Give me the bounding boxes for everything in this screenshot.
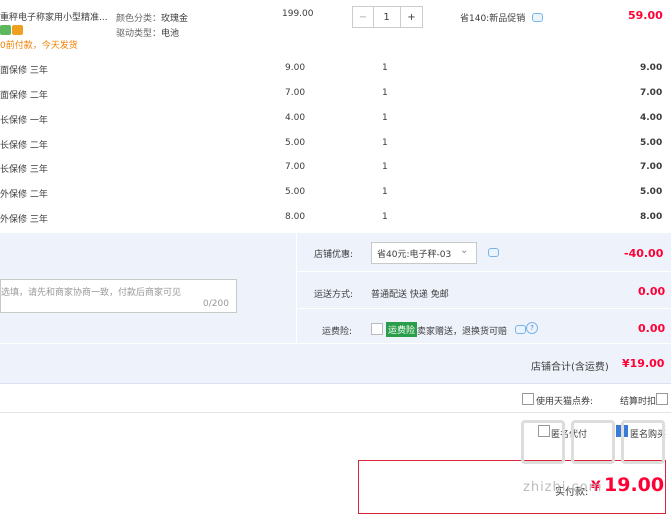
service-total: 5.00 [640,138,663,148]
insurance-label: 运费险: [322,327,353,337]
service-qty: 1 [382,162,388,172]
points-deduct-checkbox[interactable] [656,393,668,405]
service-price: 8.00 [285,212,306,222]
service-price: 9.00 [285,63,306,73]
payment-summary: 实付款: ¥ 19.00 [358,460,666,514]
service-total: 7.00 [640,88,663,98]
service-qty: 1 [382,88,388,98]
service-row: 长保修 三年 7.00 1 7.00 [0,156,671,180]
service-price: 7.00 [285,88,306,98]
service-name: 面保修 三年 [0,66,48,76]
buyer-message-input[interactable]: 选填，请先和商家协商一致，付款后商家可见 0/200 [0,279,237,313]
help-icon[interactable]: ? [526,322,538,334]
product-badge-text: 0前付款，今天发货 [0,41,78,51]
service-name: 长保修 二年 [0,141,48,151]
watermark-glyph [571,420,615,464]
service-total: 5.00 [640,187,663,197]
chevron-down-icon: ⌄ [460,245,469,256]
divider [0,412,671,413]
divider [296,271,671,272]
product-subtotal: 59.00 [628,9,663,22]
service-price: 5.00 [285,187,306,197]
color-value: 玫瑰金 [161,14,189,24]
qty-input[interactable]: 1 [373,6,400,28]
service-qty: 1 [382,138,388,148]
product-title[interactable]: 重秤电子称家用小型精准... [0,10,108,23]
service-row: 长保修 一年 4.00 1 4.00 [0,107,671,131]
watermark-text: zhizhi.com [523,480,603,495]
drive-label: 驱动类型： [116,29,162,39]
service-row: 长保修 二年 5.00 1 5.00 [0,132,671,156]
service-name: 长保修 三年 [0,165,48,175]
divider [296,308,671,309]
service-total: 7.00 [640,162,663,172]
service-row: 面保修 二年 7.00 1 7.00 [0,82,671,106]
points-checkbox[interactable] [522,393,534,405]
insurance-text: 卖家赠送，退换货可赔 [417,327,508,337]
chat-icon[interactable] [488,248,499,257]
service-price: 4.00 [285,113,306,123]
service-price: 5.00 [285,138,306,148]
message-counter: 0/200 [203,299,229,309]
service-qty: 1 [382,187,388,197]
insurance-badge: 运费险 [386,322,418,337]
insurance-amount: 0.00 [638,322,666,335]
coupon-value: 省40元:电子秤-03 [377,250,452,260]
points-label: 使用天猫点券: [536,397,594,407]
service-price: 7.00 [285,162,306,172]
shipping-value[interactable]: 普通配送 快递 免邮 [371,287,449,300]
promo-text[interactable]: 省140:新品促销 [460,11,525,24]
divider [296,233,297,343]
shop-total-value: ¥19.00 [622,357,665,370]
drive-value: 电池 [161,29,180,39]
service-name: 外保修 二年 [0,190,48,200]
payment-amount: 19.00 [604,474,665,496]
qty-minus-button[interactable]: − [352,6,374,28]
color-label: 颜色分类： [116,14,162,24]
qty-plus-button[interactable]: + [400,6,423,28]
service-total: 4.00 [640,113,663,123]
unit-price: 199.00 [282,9,314,19]
shop-total-label: 店铺合计(含运费) [531,362,609,373]
service-name: 面保修 二年 [0,91,48,101]
message-placeholder: 选填，请先和商家协商一致，付款后商家可见 [1,288,182,298]
shipping-label: 运送方式: [314,290,354,300]
service-name: 长保修 一年 [0,116,48,126]
divider [0,343,671,344]
chat-icon[interactable] [532,13,543,22]
shipping-amount: 0.00 [638,285,666,298]
watermark-glyph [521,420,565,464]
shop-summary: 店铺优惠: 省40元:电子秤-03 ⌄ -40.00 选填，请先和商家协商一致，… [0,233,671,384]
service-total: 9.00 [640,63,663,73]
insurance-checkbox[interactable] [371,323,383,335]
service-qty: 1 [382,113,388,123]
service-row: 外保修 三年 8.00 1 8.00 [0,206,671,230]
service-qty: 1 [382,212,388,222]
card-tag-icon [12,25,23,35]
watermark-glyph [621,420,665,464]
coupon-label: 店铺优惠: [314,250,354,260]
coupon-select[interactable]: 省40元:电子秤-03 ⌄ [371,242,477,264]
service-tag-icon [0,25,11,35]
service-name: 外保修 三年 [0,215,48,225]
chat-icon[interactable] [515,325,526,334]
service-total: 8.00 [640,212,663,222]
service-row: 面保修 三年 9.00 1 9.00 [0,57,671,81]
service-row: 外保修 二年 5.00 1 5.00 [0,181,671,205]
coupon-amount: -40.00 [624,247,664,260]
service-qty: 1 [382,63,388,73]
